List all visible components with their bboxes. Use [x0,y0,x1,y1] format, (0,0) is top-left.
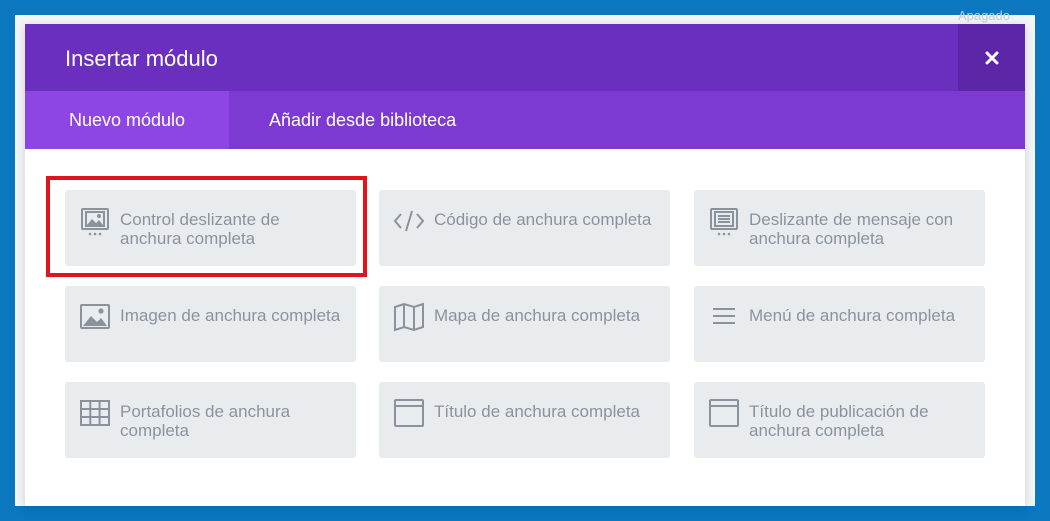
map-icon [394,302,424,332]
modal-tabs: Nuevo módulo Añadir desde biblioteca [25,91,1025,149]
module-card-fullwidth-code[interactable]: Código de anchura completa [379,190,670,266]
image-icon [80,304,110,329]
post-slider-icon [710,208,738,236]
module-card-fullwidth-slider[interactable]: Control deslizante de anchura completa [65,190,356,266]
module-label: Código de anchura completa [434,210,652,229]
module-label: Control deslizante de anchura completa [120,210,280,248]
code-icon [393,210,425,232]
module-label: Mapa de anchura completa [434,306,641,325]
module-label: Menú de anchura completa [749,306,956,325]
module-label: Título de publicación de anchura complet… [749,402,929,440]
module-label: Imagen de anchura completa [120,306,341,325]
module-card-fullwidth-menu[interactable]: Menú de anchura completa [694,286,985,362]
module-label: Portafolios de anchura completa [120,402,291,440]
module-label: Título de anchura completa [434,402,641,421]
close-icon [985,51,998,64]
post-title-icon [709,399,739,427]
module-card-fullwidth-header[interactable]: Título de anchura completa [379,382,670,458]
modal-title: Insertar módulo [65,46,218,71]
module-card-fullwidth-post-title[interactable]: Título de publicación de anchura complet… [694,382,985,458]
tab-new-module[interactable]: Nuevo módulo [25,91,229,149]
header-icon [394,399,424,427]
grid-icon [80,400,110,426]
close-button[interactable] [958,24,1025,91]
module-card-fullwidth-post-slider[interactable]: Deslizante de mensaje con anchura comple… [694,190,985,266]
module-card-fullwidth-image[interactable]: Imagen de anchura completa [65,286,356,362]
slider-icon [81,208,109,236]
module-card-fullwidth-portfolio[interactable]: Portafolios de anchura completa [65,382,356,458]
module-card-fullwidth-map[interactable]: Mapa de anchura completa [379,286,670,362]
module-label: Deslizante de mensaje con anchura comple… [749,210,954,248]
menu-icon [713,308,735,324]
modal-header: Insertar módulo [25,24,1025,91]
tab-add-from-library[interactable]: Añadir desde biblioteca [269,91,456,149]
background-setting-text: Apagado [957,8,1010,23]
